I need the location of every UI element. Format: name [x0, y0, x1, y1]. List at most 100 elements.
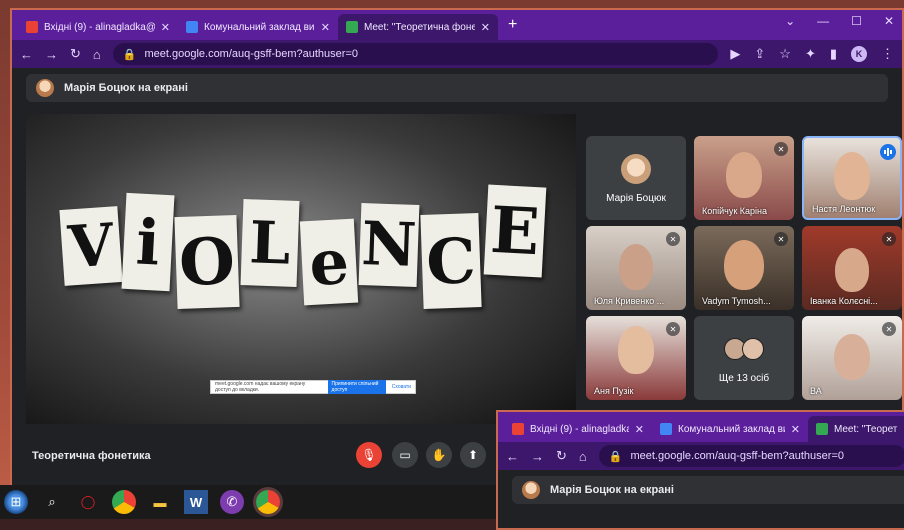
menu-icon[interactable]: ⋮: [881, 46, 894, 62]
slide-letter: N: [358, 203, 420, 287]
participant-video: [726, 152, 762, 198]
tab-gmail[interactable]: Вхідні (9) - alinagladka@vgpk.ed ✕: [504, 416, 652, 442]
chrome-active-icon[interactable]: [256, 490, 280, 514]
presenter-avatar: [36, 79, 54, 97]
present-button[interactable]: ⬆: [460, 442, 486, 468]
file-explorer-icon[interactable]: ▬: [148, 490, 172, 514]
tab-gmail[interactable]: Вхідні (9) - alinagladka@vgpk.ed ✕: [18, 14, 178, 40]
presenting-banner: Марія Боцюк на екрані: [26, 74, 888, 102]
home-icon[interactable]: ⌂: [93, 47, 101, 62]
slide-letter: L: [240, 199, 300, 287]
participant-video: [834, 334, 870, 380]
site-icon: [186, 21, 198, 33]
close-icon[interactable]: ✕: [791, 423, 800, 436]
tab-meet[interactable]: Meet: "Теорет: [808, 416, 904, 442]
hide-link[interactable]: Сховати: [392, 384, 411, 390]
close-window-button[interactable]: ✕: [884, 14, 894, 28]
camera-toggle-button[interactable]: ▭: [392, 442, 418, 468]
shared-screen: V i O L e N C E meet.google.com надає ва…: [26, 114, 576, 424]
participant-video: [618, 326, 654, 374]
participant-tile[interactable]: Марія Боцюк: [586, 136, 686, 220]
participant-tile[interactable]: ✕ Копійчук Каріна: [694, 136, 794, 220]
presenter-avatar: [522, 481, 540, 499]
tab-college[interactable]: Комунальний заклад вищої осв ✕: [652, 416, 808, 442]
mic-off-icon: ✕: [882, 322, 896, 336]
mic-off-icon: ✕: [666, 322, 680, 336]
participant-tile-more[interactable]: Ще 13 осіб: [694, 316, 794, 400]
search-icon[interactable]: ⌕: [40, 490, 64, 514]
gmail-icon: [512, 423, 524, 435]
participant-tile[interactable]: ✕ ВА: [802, 316, 902, 400]
slide-letter: O: [174, 214, 240, 310]
url-field[interactable]: 🔒 meet.google.com/auq-gsff-bem?authuser=…: [598, 445, 904, 467]
tab-strip: Вхідні (9) - alinagladka@vgpk.ed ✕ Комун…: [498, 412, 904, 442]
minimize-button[interactable]: —: [817, 14, 829, 28]
meeting-name: Теоретична фонетика: [32, 450, 151, 462]
reload-icon[interactable]: ↻: [556, 448, 567, 464]
forward-icon[interactable]: →: [45, 47, 58, 62]
slide-title-letters: V i O L e N C E: [59, 180, 547, 340]
participant-tile[interactable]: ✕ Юля Кривенко ...: [586, 226, 686, 310]
close-icon[interactable]: ✕: [161, 21, 170, 34]
participant-tile[interactable]: Настя Леонтюк: [802, 136, 902, 220]
slide-letter: e: [299, 218, 359, 306]
window-controls: ⌄ — ☐ ✕: [785, 14, 894, 28]
viber-icon[interactable]: ✆: [220, 490, 244, 514]
forward-icon[interactable]: →: [531, 449, 544, 464]
presenting-banner: Марія Боцюк на екрані: [512, 476, 904, 504]
participant-tile[interactable]: ✕ Аня Пузік: [586, 316, 686, 400]
star-icon[interactable]: ☆: [779, 46, 791, 62]
participant-video: [834, 152, 870, 200]
slide-letter: i: [121, 192, 175, 292]
extensions-icon[interactable]: ✦: [805, 46, 816, 62]
start-icon[interactable]: ⊞: [4, 490, 28, 514]
raise-hand-button[interactable]: ✋: [426, 442, 452, 468]
home-icon[interactable]: ⌂: [579, 449, 587, 464]
participant-video: [835, 248, 869, 292]
second-browser-window: Вхідні (9) - alinagladka@vgpk.ed ✕ Комун…: [496, 410, 904, 530]
mic-off-icon: ✕: [774, 232, 788, 246]
address-bar: ← → ↻ ⌂ 🔒 meet.google.com/auq-gsff-bem?a…: [12, 40, 902, 68]
site-icon: [660, 423, 672, 435]
reload-icon[interactable]: ↻: [70, 46, 81, 62]
profile-avatar[interactable]: K: [851, 46, 867, 62]
participant-video: [619, 244, 653, 290]
address-bar: ← → ↻ ⌂ 🔒 meet.google.com/auq-gsff-bem?a…: [498, 442, 904, 470]
participant-avatar: [621, 154, 651, 184]
mic-off-icon: ✕: [666, 232, 680, 246]
lock-icon: 🔒: [122, 48, 137, 61]
slide-letter: E: [483, 184, 547, 278]
camera-icon[interactable]: ▶: [730, 46, 740, 62]
mic-toggle-button[interactable]: 🎙: [356, 442, 382, 468]
lock-icon: 🔒: [608, 450, 623, 463]
share-icon[interactable]: ⇪: [754, 46, 765, 62]
participant-tile[interactable]: ✕ Іванка Колєсні...: [802, 226, 902, 310]
gmail-icon: [26, 21, 38, 33]
opera-icon[interactable]: ◯: [76, 490, 100, 514]
meet-icon: [816, 423, 828, 435]
sidebar-icon[interactable]: ▮: [830, 46, 837, 62]
share-notification: meet.google.com надає вашому екрану дост…: [210, 380, 416, 394]
chrome-icon[interactable]: [112, 490, 136, 514]
meet-icon: [346, 21, 358, 33]
maximize-button[interactable]: ☐: [851, 14, 862, 28]
tab-strip: Вхідні (9) - alinagladka@vgpk.ed ✕ Комун…: [12, 10, 902, 40]
chevron-down-icon[interactable]: ⌄: [785, 14, 795, 28]
close-icon[interactable]: ✕: [321, 21, 330, 34]
slide-letter: C: [420, 213, 482, 309]
mic-off-icon: ✕: [882, 232, 896, 246]
back-icon[interactable]: ←: [20, 47, 33, 62]
word-icon[interactable]: W: [184, 490, 208, 514]
stop-sharing-button[interactable]: Припинити спільний доступ: [327, 380, 386, 394]
participant-mini-avatar: [742, 338, 764, 360]
url-field[interactable]: 🔒 meet.google.com/auq-gsff-bem?authuser=…: [112, 43, 719, 65]
close-icon[interactable]: ✕: [481, 21, 490, 34]
new-tab-button[interactable]: +: [498, 16, 527, 40]
participant-tile[interactable]: ✕ Vadym Tymosh...: [694, 226, 794, 310]
close-icon[interactable]: ✕: [635, 423, 644, 436]
slide-letter: V: [59, 206, 123, 286]
tab-meet[interactable]: Meet: "Теоретична фонети ✕: [338, 14, 498, 40]
back-icon[interactable]: ←: [506, 449, 519, 464]
mic-off-icon: ✕: [774, 142, 788, 156]
tab-college[interactable]: Комунальний заклад вищої осв ✕: [178, 14, 338, 40]
